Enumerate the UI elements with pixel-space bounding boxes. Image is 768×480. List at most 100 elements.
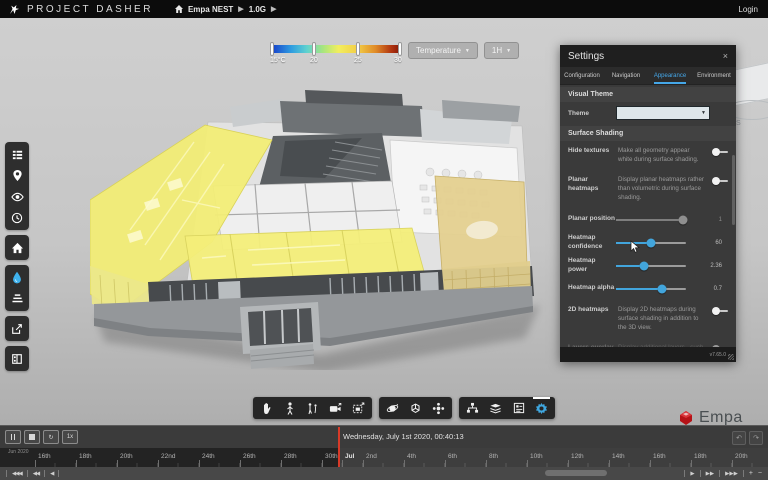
current-time-marker[interactable]: [338, 427, 340, 467]
metric-dropdown[interactable]: Temperature ▼: [408, 42, 478, 59]
free-orbit-button[interactable]: [405, 399, 426, 417]
left-sidebar: [5, 142, 29, 376]
heatmap-power-slider[interactable]: [616, 265, 686, 267]
sidebar-group-share: [5, 316, 29, 341]
settings-header[interactable]: Settings ×: [560, 45, 736, 67]
tab-configuration[interactable]: Configuration: [560, 67, 604, 84]
forward-1x-button[interactable]: ▶: [690, 471, 694, 477]
properties-button[interactable]: [508, 399, 529, 417]
setting-label: Planar position: [568, 215, 616, 224]
legend-tick-label: 25: [354, 57, 362, 64]
tick-mark: [732, 460, 733, 467]
timeline-scroll-thumb[interactable]: [545, 470, 607, 476]
history-clock-icon: [11, 212, 23, 224]
rewind-1x-button[interactable]: ◀: [50, 471, 53, 477]
legend-handle[interactable]: [356, 42, 360, 56]
camera-button[interactable]: [325, 399, 346, 417]
breadcrumb[interactable]: Empa NEST ▶ 1.0G ▶: [175, 5, 276, 14]
sidebar-panels-button[interactable]: [5, 348, 29, 369]
legend-tick-label: 15°C: [270, 57, 286, 64]
chevron-down-icon: ▼: [701, 110, 709, 116]
heatmap-confidence-slider[interactable]: [616, 242, 686, 244]
legend-tick-label: 20: [310, 57, 318, 64]
layers-button[interactable]: [485, 399, 506, 417]
dasher-logo-icon: [8, 3, 21, 16]
forward-2x-button[interactable]: ▶▶: [706, 471, 714, 477]
timeline-footer: ◀◀◀ ◀◀ ◀ ▶ ▶▶ ▶▶▶ + −: [0, 467, 768, 480]
sidebar-share-button[interactable]: [5, 318, 29, 339]
sidebar-location-button[interactable]: [5, 165, 29, 186]
login-button[interactable]: Login: [738, 5, 768, 14]
breadcrumb-project[interactable]: Empa NEST: [188, 5, 233, 14]
waypoints-button[interactable]: [302, 399, 323, 417]
empa-logo: Empa Materials Science and Technology: [678, 409, 768, 425]
planar-position-slider[interactable]: [616, 219, 686, 221]
slider-knob[interactable]: [647, 238, 656, 247]
legend-handle[interactable]: [312, 42, 316, 56]
timeline-month-label: Jun 2020: [8, 449, 29, 455]
tab-navigation[interactable]: Navigation: [604, 67, 648, 84]
close-icon[interactable]: ×: [723, 51, 736, 61]
pause-button[interactable]: [5, 430, 21, 444]
resize-grip[interactable]: [728, 354, 734, 360]
pause-icon: [11, 434, 16, 440]
share-icon: [11, 323, 23, 335]
theme-row: Theme ▼: [560, 102, 736, 124]
toolbar-group-navigation: [253, 397, 372, 419]
first-person-icon: [286, 402, 294, 415]
sidebar-history-button[interactable]: [5, 207, 29, 228]
first-person-button[interactable]: [279, 399, 300, 417]
sidebar-group-sensors: [5, 265, 29, 311]
heatmap-alpha-slider[interactable]: [616, 288, 686, 290]
capture-button[interactable]: [348, 399, 369, 417]
interval-dropdown[interactable]: 1H ▼: [484, 42, 519, 59]
settings-scrollbar[interactable]: [732, 155, 735, 225]
tick-mark: [342, 460, 343, 467]
tab-environment[interactable]: Environment: [692, 67, 736, 84]
forward-3x-button[interactable]: ▶▶▶: [725, 471, 738, 477]
stop-button[interactable]: [24, 430, 40, 444]
slider-knob[interactable]: [658, 284, 667, 293]
sidebar-visibility-button[interactable]: [5, 186, 29, 207]
pivot-button[interactable]: [428, 399, 449, 417]
legend-handle[interactable]: [270, 42, 274, 56]
legend-handle[interactable]: [398, 42, 402, 56]
sidebar-sensors-button[interactable]: [5, 267, 29, 288]
sidebar-home-button[interactable]: [5, 237, 29, 258]
list-icon: [11, 148, 24, 161]
building-model[interactable]: [90, 80, 550, 370]
redo-icon: ↷: [753, 434, 759, 442]
settings-footer: v7.65.0: [560, 347, 736, 362]
temperature-legend[interactable]: 15°C 20 25 30: [270, 43, 402, 63]
slider-knob[interactable]: [640, 261, 649, 270]
location-pin-icon: [12, 169, 23, 182]
repeat-button[interactable]: ↻: [43, 430, 59, 444]
tab-appearance[interactable]: Appearance: [648, 67, 692, 84]
sidebar-levels-button[interactable]: [5, 288, 29, 309]
setting-value: 1: [692, 217, 722, 223]
planar-heatmaps-toggle[interactable]: [712, 177, 728, 185]
pan-tool-button[interactable]: [256, 399, 277, 417]
timeline-header: ↻ 1x Wednesday, July 1st 2020, 00:40:13 …: [0, 425, 768, 448]
theme-select[interactable]: ▼: [616, 106, 710, 120]
timeline-zoom-out-button[interactable]: −: [758, 470, 762, 477]
rewind-3x-button[interactable]: ◀◀◀: [12, 471, 22, 477]
legend-gradient-bar[interactable]: [270, 45, 402, 53]
orbit-button[interactable]: [382, 399, 403, 417]
timeline-zoom-in-button[interactable]: +: [749, 470, 753, 477]
setting-heatmap-power: Heatmap power 2.36: [560, 254, 736, 277]
breadcrumb-level[interactable]: 1.0G: [249, 5, 266, 14]
panels-icon: [11, 353, 23, 365]
setting-value: 0.7: [692, 286, 722, 292]
rewind-2x-button[interactable]: ◀◀: [33, 471, 39, 477]
model-structure-button[interactable]: [462, 399, 483, 417]
slider-knob[interactable]: [678, 215, 687, 224]
timeline-track[interactable]: Jun 2020 16th18th20th22nd24th26th28th30t…: [0, 448, 768, 467]
undo-button[interactable]: ↶: [732, 431, 746, 445]
settings-gear-button[interactable]: [531, 399, 552, 417]
2d-heatmaps-toggle[interactable]: [712, 307, 728, 315]
redo-button[interactable]: ↷: [749, 431, 763, 445]
hide-textures-toggle[interactable]: [712, 148, 728, 156]
sidebar-list-button[interactable]: [5, 144, 29, 165]
speed-button[interactable]: 1x: [62, 430, 78, 444]
